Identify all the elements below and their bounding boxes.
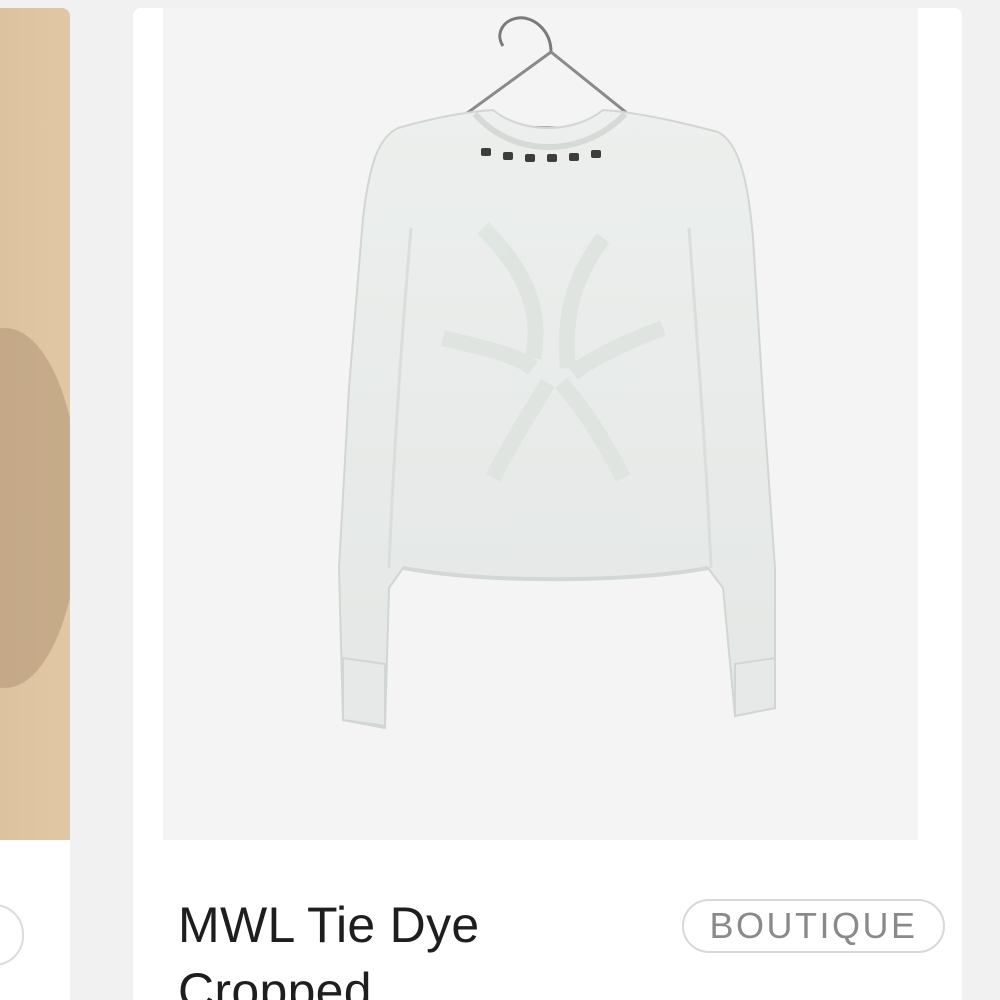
product-image[interactable]	[163, 8, 918, 840]
image-shadow	[0, 328, 70, 688]
previous-product-image[interactable]	[0, 8, 70, 840]
listing-viewport: MWL Tie Dye Cropped BOUTIQUE	[0, 0, 1000, 1000]
product-card[interactable]: MWL Tie Dye Cropped BOUTIQUE	[133, 8, 962, 1000]
previous-product-card[interactable]	[0, 8, 70, 1000]
product-title[interactable]: MWL Tie Dye Cropped	[178, 892, 648, 1000]
sweater-on-hanger-icon	[337, 16, 776, 730]
previous-product-badge	[0, 904, 24, 966]
boutique-badge: BOUTIQUE	[682, 899, 945, 953]
